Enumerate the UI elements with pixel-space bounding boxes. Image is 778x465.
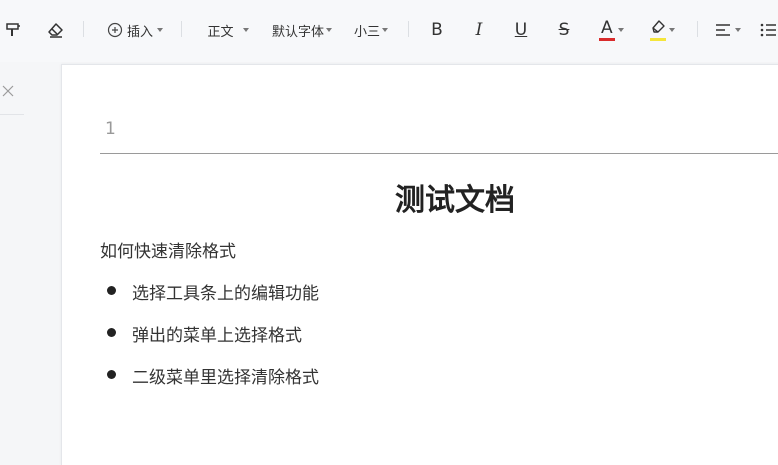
- bullet-dot: [107, 286, 116, 295]
- chevron-down-icon: [618, 28, 624, 32]
- intro-paragraph[interactable]: 如何快速清除格式: [100, 237, 236, 262]
- font-color-button[interactable]: A: [594, 17, 628, 43]
- bold-button[interactable]: B: [426, 17, 448, 43]
- chevron-down-icon: [669, 28, 675, 32]
- font-family-select[interactable]: 默认字体: [267, 17, 337, 43]
- toolbar-separator: [83, 21, 84, 37]
- chevron-down-icon: [157, 28, 163, 32]
- insert-menu[interactable]: 插入: [104, 17, 166, 43]
- font-family-label: 默认字体: [271, 24, 324, 40]
- toolbar-separator: [181, 21, 182, 37]
- document-title[interactable]: 测试文档: [362, 175, 778, 219]
- chevron-down-icon: [735, 28, 741, 32]
- list-item-text: 选择工具条上的编辑功能: [132, 284, 319, 304]
- list-item[interactable]: 弹出的菜单上选择格式: [100, 321, 319, 363]
- bold-icon: B: [431, 20, 443, 40]
- font-size-label: 小三: [353, 24, 380, 40]
- highlight-color-button[interactable]: [645, 17, 679, 43]
- bullet-dot: [107, 370, 116, 379]
- font-size-select[interactable]: 小三: [350, 17, 392, 43]
- highlighter-icon: [649, 18, 667, 42]
- align-left-icon: [716, 24, 730, 36]
- plus-circle-icon: [107, 22, 123, 38]
- toolbar: 插入 正文 默认字体 小三 B I U S A: [0, 0, 778, 62]
- insert-label: 插入: [126, 24, 153, 40]
- strikethrough-icon: S: [558, 20, 570, 40]
- chevron-down-icon: [326, 28, 332, 32]
- document-page[interactable]: 1 测试文档 如何快速清除格式 选择工具条上的编辑功能 弹出的菜单上选择格式 二…: [61, 64, 778, 465]
- strikethrough-button[interactable]: S: [553, 17, 575, 43]
- toolbar-separator: [408, 21, 409, 37]
- format-painter-icon: [6, 23, 20, 36]
- underline-button[interactable]: U: [510, 17, 532, 43]
- chevron-down-icon: [242, 28, 249, 32]
- list-item-text: 二级菜单里选择清除格式: [132, 368, 319, 388]
- toolbar-separator: [697, 21, 698, 37]
- italic-icon: I: [475, 20, 483, 40]
- bullet-list-icon: [760, 23, 776, 37]
- list-item[interactable]: 选择工具条上的编辑功能: [100, 279, 319, 321]
- font-color-icon: A: [598, 18, 616, 42]
- underline-icon: U: [514, 20, 528, 40]
- format-painter-button[interactable]: [2, 17, 24, 43]
- paragraph-style-select[interactable]: 正文: [203, 17, 253, 43]
- panel-divider: [0, 114, 24, 115]
- chevron-down-icon: [382, 28, 388, 32]
- close-icon[interactable]: [1, 84, 15, 98]
- left-panel: [0, 62, 24, 442]
- eraser-icon: [47, 23, 63, 38]
- paragraph-style-label: 正文: [207, 24, 234, 40]
- align-button[interactable]: [711, 17, 745, 43]
- bullet-list: 选择工具条上的编辑功能 弹出的菜单上选择格式 二级菜单里选择清除格式: [100, 279, 319, 405]
- italic-button[interactable]: I: [468, 17, 490, 43]
- header-divider: [100, 153, 778, 154]
- bullet-list-button[interactable]: [760, 17, 778, 43]
- clear-format-button[interactable]: [43, 17, 67, 43]
- bullet-dot: [107, 328, 116, 337]
- list-item[interactable]: 二级菜单里选择清除格式: [100, 363, 319, 405]
- list-item-text: 弹出的菜单上选择格式: [132, 326, 302, 346]
- page-header-text[interactable]: 1: [105, 119, 116, 139]
